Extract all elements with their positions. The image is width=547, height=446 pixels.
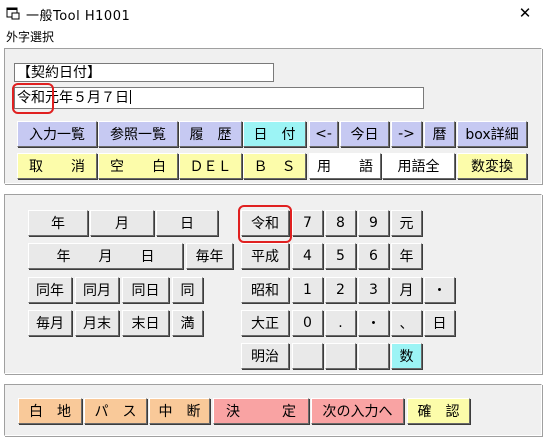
key-month-end[interactable]: 月末 [75, 310, 119, 336]
pass-button[interactable]: パ ス [84, 398, 147, 424]
history-button[interactable]: 履 歴 [179, 121, 242, 147]
close-icon: ✕ [518, 4, 532, 22]
number-convert-button[interactable]: 数変換 [457, 153, 527, 179]
key-full[interactable]: 満 [172, 310, 203, 336]
date-input[interactable]: 令和元年５月７日 [14, 87, 424, 109]
key-month[interactable]: 月 [90, 210, 154, 236]
key-number[interactable]: 数 [391, 343, 422, 369]
key-digit-6[interactable]: 6 [358, 243, 389, 269]
key-every-month[interactable]: 毎月 [28, 310, 72, 336]
close-button[interactable]: ✕ [510, 3, 540, 23]
menu-item-gaiji[interactable]: 外字選択 [6, 28, 54, 45]
key-same-day[interactable]: 同日 [122, 277, 169, 303]
key-digit-0[interactable]: 0 [292, 310, 323, 336]
today-button[interactable]: 今日 [340, 121, 389, 147]
text-caret [130, 90, 131, 104]
key-gan[interactable]: 元 [391, 210, 422, 236]
title-bar: 一般Tool H1001 ✕ [0, 0, 547, 26]
term-button[interactable]: 用 語 [309, 153, 381, 179]
next-input-button[interactable]: 次の入力へ [311, 398, 404, 424]
backspace-button[interactable]: Ｂ Ｓ [243, 153, 306, 179]
key-dot[interactable]: ・ [424, 277, 455, 303]
key-digit-9[interactable]: 9 [358, 210, 389, 236]
key-era-heisei[interactable]: 平成 [241, 243, 289, 269]
key-every-year[interactable]: 毎年 [186, 243, 233, 269]
key-last-day[interactable]: 末日 [122, 310, 169, 336]
key-same-month[interactable]: 同月 [75, 277, 119, 303]
term-all-button[interactable]: 用語全 [382, 153, 455, 179]
field-label-input[interactable]: 【契約日付】 [14, 63, 274, 82]
blank-ground-button[interactable]: 白 地 [18, 398, 82, 424]
key-digit-3[interactable]: 3 [358, 277, 389, 303]
key-same[interactable]: 同 [172, 277, 203, 303]
delete-button[interactable]: ＤＥＬ [179, 153, 242, 179]
field-label-text: 【契約日付】 [17, 65, 101, 81]
interrupt-button[interactable]: 中 断 [149, 398, 210, 424]
key-digit-5[interactable]: 5 [325, 243, 356, 269]
key-middle-dot[interactable]: ・ [358, 310, 389, 336]
key-digit-2[interactable]: 2 [325, 277, 356, 303]
key-same-year[interactable]: 同年 [28, 277, 72, 303]
key-digit-7[interactable]: 7 [292, 210, 323, 236]
confirm-decide-button[interactable]: 決 定 [213, 398, 309, 424]
highlight-era-in-field [12, 83, 54, 114]
key-gatsu[interactable]: 月 [391, 277, 422, 303]
blank-button[interactable]: 空 白 [98, 153, 178, 179]
key-day[interactable]: 日 [156, 210, 218, 236]
input-list-button[interactable]: 入力一覧 [17, 121, 97, 147]
key-era-meiji[interactable]: 明治 [241, 343, 289, 369]
key-era-showa[interactable]: 昭和 [241, 277, 289, 303]
cancel-button[interactable]: 取 消 [17, 153, 97, 179]
app-icon [6, 7, 20, 20]
key-nichi[interactable]: 日 [424, 310, 455, 336]
key-digit-8[interactable]: 8 [325, 210, 356, 236]
key-digit-4[interactable]: 4 [292, 243, 323, 269]
highlight-era-key [238, 205, 292, 243]
prev-button[interactable]: <- [309, 121, 338, 147]
key-blank-3[interactable] [358, 343, 389, 369]
key-blank-1[interactable] [292, 343, 323, 369]
key-blank-2[interactable] [325, 343, 356, 369]
key-year[interactable]: 年 [28, 210, 88, 236]
key-digit-1[interactable]: 1 [292, 277, 323, 303]
check-button[interactable]: 確 認 [407, 398, 470, 424]
reference-list-button[interactable]: 参照一覧 [98, 121, 178, 147]
window-title: 一般Tool H1001 [26, 9, 131, 24]
key-year-month-day[interactable]: 年 月 日 [28, 243, 183, 269]
next-button[interactable]: -> [391, 121, 422, 147]
date-button[interactable]: 日 付 [243, 121, 306, 147]
key-comma[interactable]: 、 [391, 310, 422, 336]
box-detail-button[interactable]: box詳細 [457, 121, 527, 147]
key-era-taisho[interactable]: 大正 [241, 310, 289, 336]
key-decimal-point[interactable]: . [325, 310, 356, 336]
calendar-button[interactable]: 暦 [424, 121, 455, 147]
key-nen[interactable]: 年 [391, 243, 422, 269]
